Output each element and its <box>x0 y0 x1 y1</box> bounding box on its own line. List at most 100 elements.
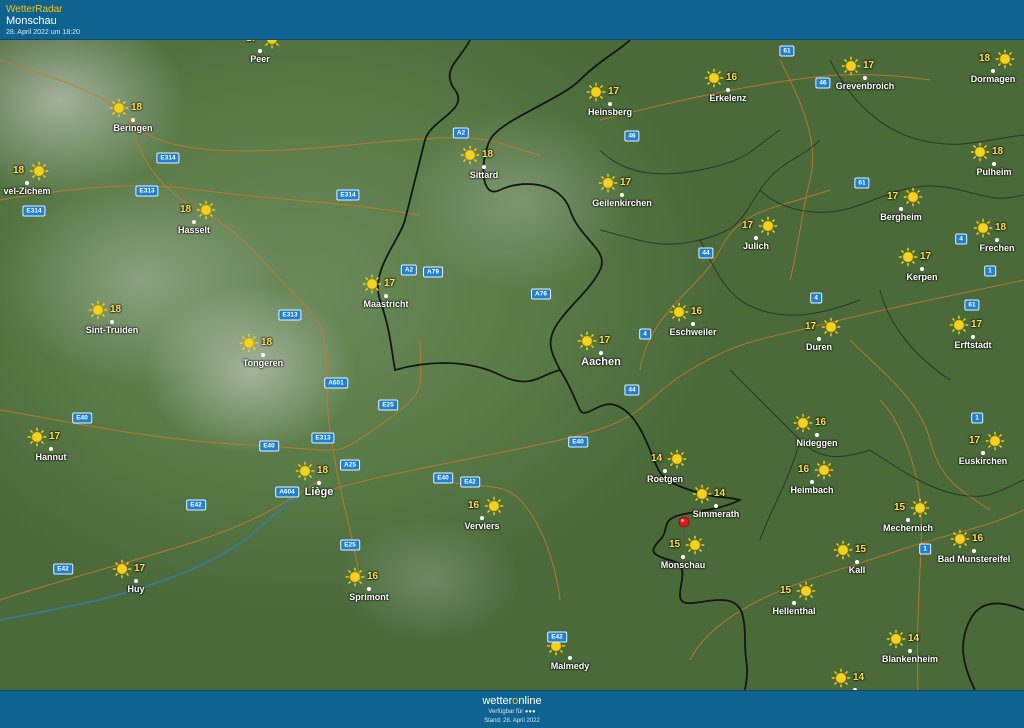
temperature-value: 17 <box>49 431 61 442</box>
city-dot <box>995 238 999 242</box>
city-label: Monschau <box>660 560 706 570</box>
city-label: Blankenheim <box>881 654 939 664</box>
city-label: Peer <box>250 54 270 64</box>
city-dot <box>906 518 910 522</box>
city-dot <box>568 656 572 660</box>
temperature-value: 18 <box>131 102 143 113</box>
city-label: Frechen <box>979 243 1015 253</box>
temperature-value: 16 <box>468 500 480 511</box>
city-label: Nideggen <box>796 438 838 448</box>
road-shield: 1 <box>984 265 996 277</box>
availability-line: Verfügbar für ●●● <box>0 708 1024 717</box>
app-brand: WetterRadar <box>6 4 63 15</box>
city-dot <box>681 555 685 559</box>
platform-dots-icon: ●●● <box>524 709 536 715</box>
temperature-value: 18 <box>110 304 122 315</box>
road-shield: E313 <box>278 309 302 321</box>
road-shield: E313 <box>311 432 335 444</box>
temperature-value: 17 <box>134 563 146 574</box>
city-dot <box>714 504 718 508</box>
temperature-value: 15 <box>780 585 792 596</box>
city-dot <box>792 601 796 605</box>
city-label: Bad Munstereifel <box>937 554 1011 564</box>
temperature-value: 15 <box>669 539 681 550</box>
road-shield: E40 <box>259 440 279 452</box>
road-shield: E42 <box>547 631 567 643</box>
temperature-value: 14 <box>651 453 663 464</box>
city-dot <box>192 220 196 224</box>
city-label: Simmerath <box>692 509 740 519</box>
city-dot <box>110 320 114 324</box>
city-label: Duren <box>805 342 833 352</box>
city-label: Sprimont <box>349 592 389 602</box>
city-label: Sint-Truiden <box>85 325 139 335</box>
city-dot <box>317 481 321 485</box>
temperature-value: 17 <box>920 251 932 262</box>
temperature-value: 17 <box>384 278 396 289</box>
road-shield: A604 <box>275 486 299 498</box>
city-dot <box>971 335 975 339</box>
city-dot <box>261 353 265 357</box>
temperature-value: 18 <box>180 204 192 215</box>
road-shield: 1 <box>919 543 931 555</box>
temperature-value: 17 <box>971 319 983 330</box>
city-label: Euskirchen <box>958 456 1008 466</box>
city-label: Hellenthal <box>772 606 816 616</box>
city-label: Grevenbroich <box>835 81 895 91</box>
city-dot <box>991 69 995 73</box>
temperature-value: 18 <box>482 149 494 160</box>
city-label: Liège <box>304 486 334 498</box>
road-shield: E314 <box>22 205 46 217</box>
temperature-value: 18 <box>261 337 273 348</box>
app-footer: wetteronline Verfügbar für ●●● Stand: 28… <box>0 690 1024 728</box>
temperature-value: 14 <box>908 633 920 644</box>
city-label: Aachen <box>581 356 621 368</box>
temperature-value: 16 <box>815 417 827 428</box>
logo-prefix: wetter <box>482 695 513 707</box>
road-shield: A2 <box>452 127 470 139</box>
city-label: Roetgen <box>647 474 683 484</box>
road-shield: 46 <box>624 130 640 142</box>
road-shield: E313 <box>135 185 159 197</box>
temperature-value: 17 <box>969 435 981 446</box>
city-dot <box>972 549 976 553</box>
road-shield: 1 <box>971 412 983 424</box>
temperature-value: 17 <box>620 177 632 188</box>
logo-suffix: nline <box>518 695 542 707</box>
wetteronline-logo[interactable]: wetteronline <box>0 691 1024 708</box>
city-label: Erftstadt <box>954 340 992 350</box>
city-dot <box>25 181 29 185</box>
weather-map[interactable]: Peer 17 Beringen 18 vel-Zichem 18 Hasselt 18 Sin… <box>0 40 1024 690</box>
availability-text: Verfügbar für <box>488 709 524 715</box>
road-shield: 4 <box>955 233 967 245</box>
city-dot <box>992 162 996 166</box>
temperature-value: 15 <box>855 544 867 555</box>
city-dot <box>981 451 985 455</box>
road-shield: A2 <box>400 264 418 276</box>
road-shield: A601 <box>324 377 348 389</box>
road-shield: A79 <box>423 266 443 278</box>
road-shield: E25 <box>378 399 398 411</box>
road-shield: A76 <box>531 288 551 300</box>
temperature-value: 14 <box>853 672 865 683</box>
city-label: Sittard <box>469 170 499 180</box>
city-label: Heinsberg <box>587 107 633 117</box>
city-dot <box>810 480 814 484</box>
city-label: Dormagen <box>970 74 1016 84</box>
temperature-value: 17 <box>608 86 620 97</box>
city-label: Maastricht <box>363 299 409 309</box>
city-label: Hannut <box>35 452 67 462</box>
temperature-value: 17 <box>246 40 257 44</box>
stand-text: Stand: 28. April 2022 <box>484 718 540 724</box>
city-label: Mechernich <box>882 523 934 533</box>
city-dot <box>691 322 695 326</box>
road-shield: 44 <box>624 384 640 396</box>
road-shield: 46 <box>815 77 831 89</box>
city-dot <box>620 193 624 197</box>
city-label: Erkelenz <box>709 93 747 103</box>
road-shield: 61 <box>779 45 795 57</box>
city-label: Malmedy <box>550 661 590 671</box>
city-label: Julich <box>742 241 770 251</box>
road-shield: E42 <box>53 563 73 575</box>
road-shield: E40 <box>72 412 92 424</box>
